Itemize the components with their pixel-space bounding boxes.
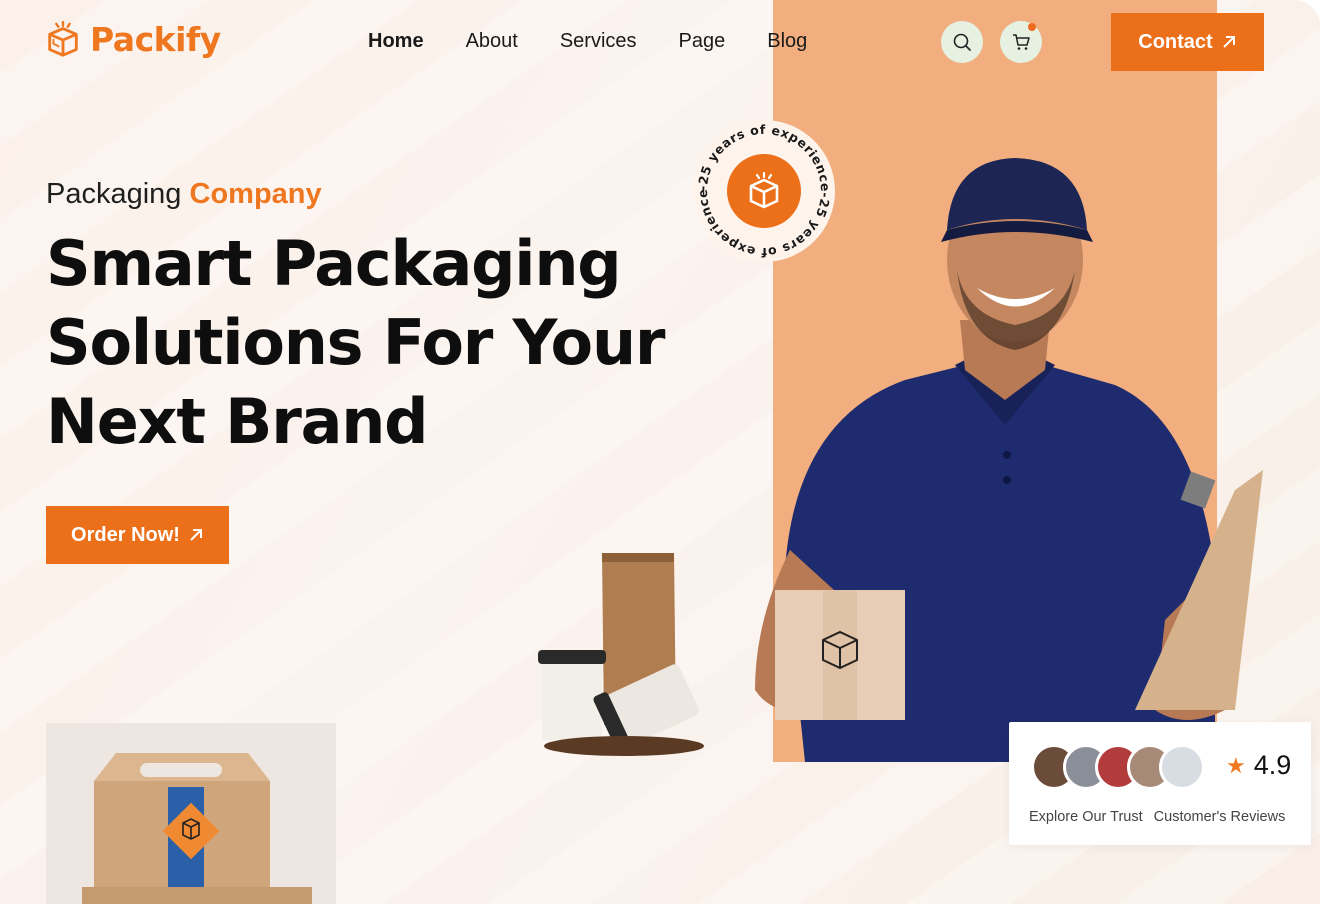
arrow-up-right-icon <box>190 529 202 541</box>
reviews-label-left: Explore Our Trust <box>1029 809 1143 825</box>
order-now-button[interactable]: Order Now! <box>46 506 229 564</box>
coffee-products-image <box>538 553 704 756</box>
avatar-group <box>1031 744 1205 790</box>
page: Packify Home About Services Page Blog Co… <box>0 0 1320 904</box>
reviews-caption: Explore Our Trust Customer's Reviews <box>1029 809 1285 825</box>
box-logo-icon <box>48 20 78 57</box>
avatar <box>1159 744 1205 790</box>
nav-blog[interactable]: Blog <box>767 28 807 54</box>
order-button-label: Order Now! <box>71 523 180 546</box>
hero-eyebrow: Packaging Company <box>46 178 322 211</box>
search-icon <box>953 33 971 51</box>
nav-page[interactable]: Page <box>679 28 726 54</box>
eyebrow-accent: Company <box>189 178 322 210</box>
nav-about[interactable]: About <box>466 28 518 54</box>
nav-services[interactable]: Services <box>560 28 637 54</box>
reviews-card[interactable]: ★ 4.9 Explore Our Trust Customer's Revie… <box>1009 722 1311 845</box>
cart-badge-dot <box>1028 23 1036 31</box>
contact-button-label: Contact <box>1138 30 1213 53</box>
reviews-label-right: Customer's Reviews <box>1153 809 1286 825</box>
delivery-person-image <box>755 158 1263 762</box>
main-nav: Home About Services Page Blog <box>368 28 849 54</box>
headline-line: Smart Packaging <box>46 227 622 300</box>
search-button[interactable] <box>941 21 983 63</box>
cart-button[interactable] <box>1000 21 1042 63</box>
headline-line: Solutions For Your <box>46 306 665 379</box>
rating-value: 4.9 <box>1253 750 1292 780</box>
gift-box-image <box>46 723 336 904</box>
rating: ★ 4.9 <box>1226 750 1291 781</box>
cart-icon <box>1013 34 1030 50</box>
headline-line: Next Brand <box>46 385 429 458</box>
hero-headline: Smart Packaging Solutions For Your Next … <box>46 224 706 461</box>
nav-home[interactable]: Home <box>368 28 424 54</box>
contact-button[interactable]: Contact <box>1111 13 1264 71</box>
arrow-up-right-icon <box>1223 36 1235 48</box>
star-icon: ★ <box>1226 752 1246 778</box>
brand-name: Packify <box>90 20 221 59</box>
eyebrow-prefix: Packaging <box>46 178 182 210</box>
logo[interactable]: Packify <box>44 20 221 59</box>
